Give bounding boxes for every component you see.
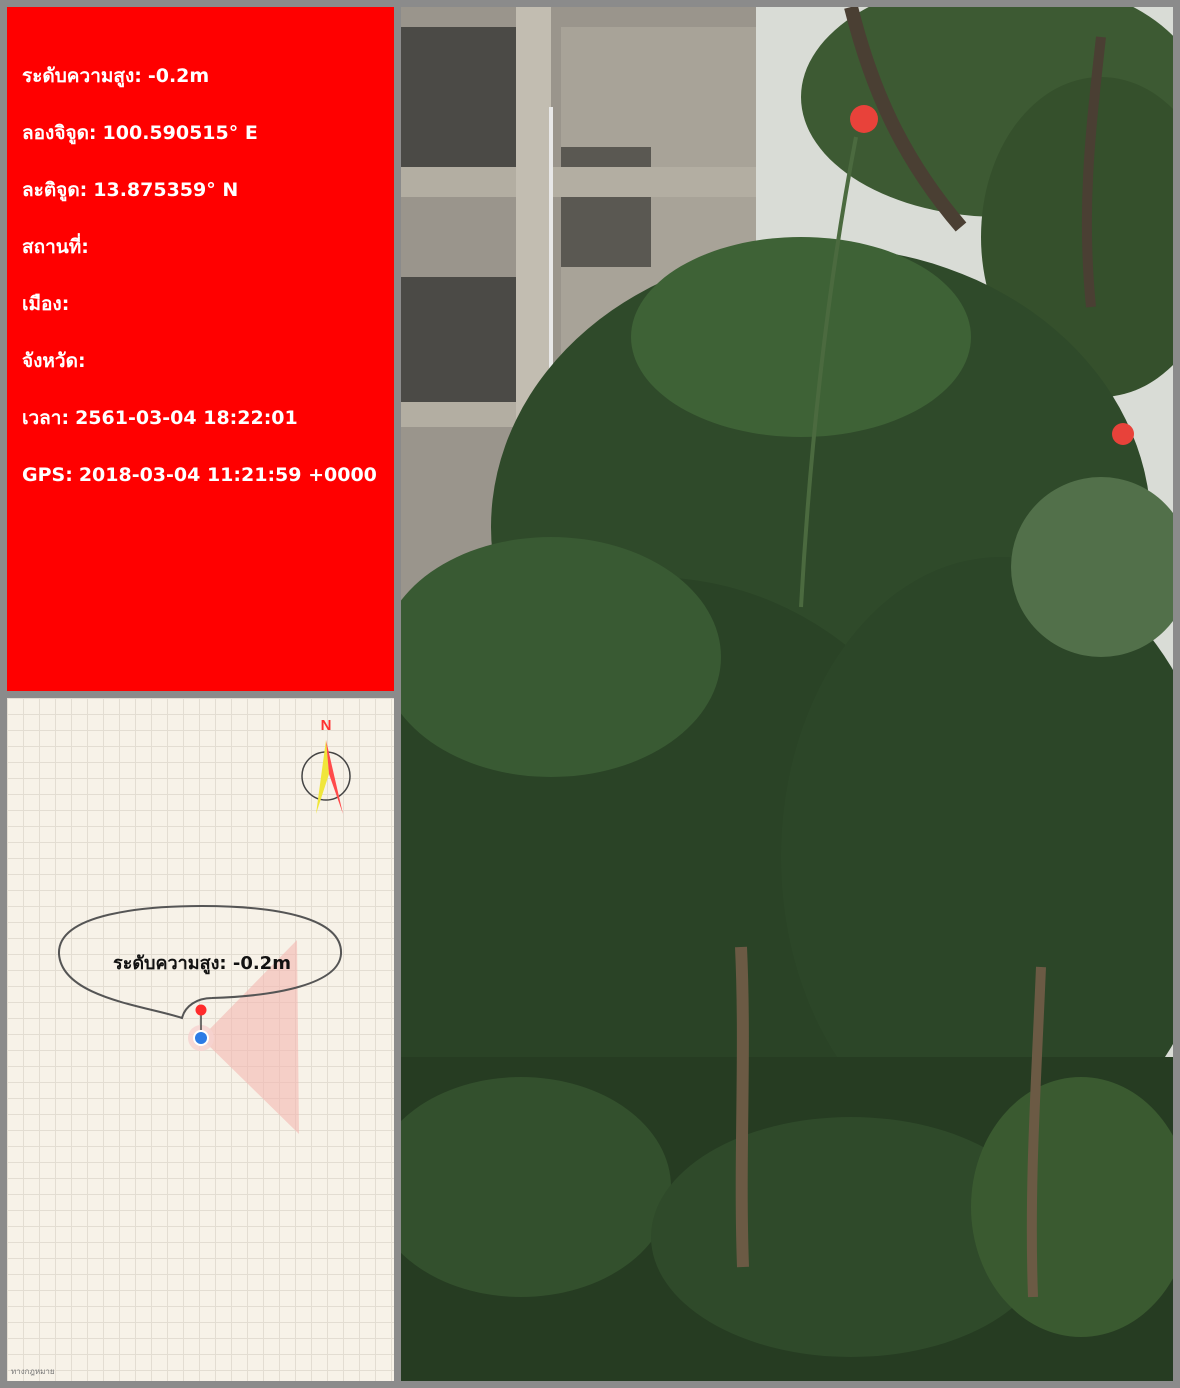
place-row: สถานที่: xyxy=(22,235,394,292)
city-row: เมือง: xyxy=(22,292,394,349)
altitude-label: ระดับความสูง: xyxy=(22,65,142,87)
city-label: เมือง: xyxy=(22,293,70,315)
province-row: จังหวัด: xyxy=(22,349,394,406)
province-label: จังหวัด: xyxy=(22,350,86,372)
gps-row: GPS: 2018-03-04 11:21:59 +0000 xyxy=(22,463,394,520)
info-panel: ระดับความสูง: -0.2m ลองจิจูด: 100.590515° … xyxy=(7,7,394,691)
latitude-value: 13.875359° N xyxy=(93,179,239,201)
compass-north-label: N xyxy=(321,717,332,734)
time-row: เวลา: 2561-03-04 18:22:01 xyxy=(22,406,394,463)
map-view[interactable]: N ระดับความสูง: -0.2m ทางกฎหมาย xyxy=(7,698,394,1381)
altitude-value: -0.2m xyxy=(147,65,210,87)
longitude-value: 100.590515° E xyxy=(102,122,258,144)
compass-icon[interactable]: N xyxy=(301,717,351,814)
time-value: 2561-03-04 18:22:01 xyxy=(75,407,298,429)
longitude-row: ลองจิจูด: 100.590515° E xyxy=(22,121,394,178)
screen-frame: ระดับความสูง: -0.2m ลองจิจูด: 100.590515° … xyxy=(0,0,1180,1388)
legal-credit-link[interactable]: ทางกฎหมาย xyxy=(11,1365,55,1378)
latitude-row: ละติจูด: 13.875359° N xyxy=(22,178,394,235)
place-label: สถานที่: xyxy=(22,236,89,258)
plant-photo xyxy=(401,7,1173,1381)
latitude-label: ละติจูด: xyxy=(22,179,88,201)
altitude-row: ระดับความสูง: -0.2m xyxy=(22,64,394,121)
callout-altitude-text: ระดับความสูง: -0.2m xyxy=(113,953,291,974)
gps-value: 2018-03-04 11:21:59 +0000 xyxy=(78,464,377,486)
gps-label: GPS: xyxy=(22,464,73,486)
time-label: เวลา: xyxy=(22,407,70,429)
longitude-label: ลองจิจูด: xyxy=(22,122,97,144)
